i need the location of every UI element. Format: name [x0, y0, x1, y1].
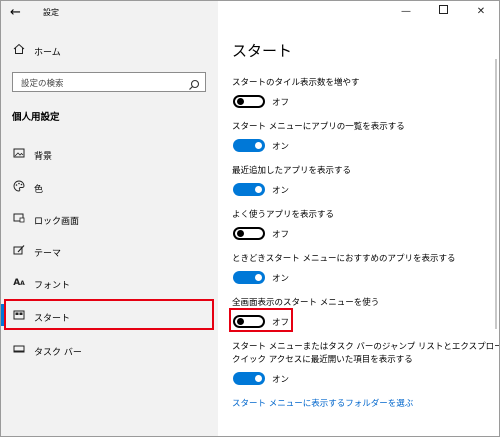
sidebar-item-label: ロック画面	[34, 217, 80, 227]
toggle-suggestions[interactable]	[233, 271, 265, 284]
toggle-state: オン	[272, 274, 290, 284]
page-title: スタート	[232, 42, 293, 60]
setting-label: よく使うアプリを表示する	[232, 210, 335, 220]
choose-folders-link[interactable]: スタート メニューに表示するフォルダーを選ぶ	[232, 397, 413, 409]
sidebar-item-theme[interactable]: テーマ	[1, 239, 218, 263]
toggle-more-tiles[interactable]	[233, 95, 265, 108]
setting-label: 最近追加したアプリを表示する	[232, 166, 352, 176]
toggle-knob	[255, 142, 262, 149]
search-input[interactable]: 設定の検索	[12, 72, 206, 92]
toggle-state: オフ	[272, 98, 290, 108]
app-title: 設定	[43, 8, 59, 17]
toggle-highlight-box	[229, 308, 293, 332]
setting-label: 全画面表示のスタート メニューを使う	[232, 298, 380, 308]
sidebar-item-color[interactable]: 色	[1, 175, 218, 199]
scrollbar[interactable]	[495, 59, 497, 329]
main-content: — ✕ スタート スタートのタイル表示数を増やす オフ スタート メニューにアプ…	[218, 1, 499, 436]
section-title: 個人用設定	[12, 112, 60, 123]
toggle-state: オン	[272, 186, 290, 196]
search-icon[interactable]	[188, 76, 200, 90]
setting-label: スタートのタイル表示数を増やす	[232, 78, 360, 88]
selection-highlight-box	[4, 299, 214, 330]
lock-screen-icon	[12, 212, 26, 226]
taskbar-icon	[12, 343, 26, 357]
nav-home[interactable]: ホーム	[1, 39, 218, 61]
title-bar: ← 設定	[1, 1, 218, 25]
window-controls: — ✕	[379, 1, 499, 25]
minimize-icon[interactable]: —	[399, 5, 413, 19]
search-placeholder: 設定の検索	[21, 79, 64, 89]
setting-label: クイック アクセスに最近開いた項目を表示する	[232, 355, 413, 365]
toggle-app-list[interactable]	[233, 139, 265, 152]
sidebar-item-label: タスク バー	[34, 348, 82, 358]
setting-label: ときどきスタート メニューにおすすめのアプリを表示する	[232, 254, 456, 264]
toggle-recent-items[interactable]	[233, 372, 265, 385]
toggle-most-used[interactable]	[233, 227, 265, 240]
home-icon	[12, 43, 26, 57]
palette-icon	[12, 180, 26, 194]
image-icon	[12, 147, 26, 161]
nav-home-label: ホーム	[34, 48, 61, 58]
toggle-knob	[255, 274, 262, 281]
sidebar: ← 設定 ホーム 設定の検索 個人用設定 背景 色 ロック画面 テーマ AA フ…	[1, 1, 218, 436]
sidebar-item-label: フォント	[34, 281, 71, 291]
toggle-state: オン	[272, 375, 290, 385]
setting-label: スタート メニューまたはタスク バーのジャンプ リストとエクスプローラーの	[232, 342, 500, 352]
back-arrow-icon[interactable]: ←	[10, 5, 26, 21]
settings-window: ← 設定 ホーム 設定の検索 個人用設定 背景 色 ロック画面 テーマ AA フ…	[0, 0, 500, 437]
toggle-knob	[237, 230, 244, 237]
setting-label: スタート メニューにアプリの一覧を表示する	[232, 122, 405, 132]
sidebar-item-background[interactable]: 背景	[1, 142, 218, 166]
sidebar-item-lock-screen[interactable]: ロック画面	[1, 207, 218, 231]
toggle-knob	[237, 98, 244, 105]
font-icon: AA	[13, 278, 25, 288]
maximize-icon[interactable]	[436, 5, 450, 19]
sidebar-item-label: テーマ	[34, 249, 62, 259]
toggle-state: オン	[272, 142, 290, 152]
sidebar-item-label: 色	[34, 185, 44, 195]
theme-brush-icon	[12, 244, 26, 258]
toggle-knob	[255, 186, 262, 193]
sidebar-item-label: 背景	[34, 152, 53, 162]
sidebar-item-taskbar[interactable]: タスク バー	[1, 338, 218, 362]
sidebar-item-font[interactable]: AA フォント	[1, 271, 218, 295]
toggle-state: オフ	[272, 230, 290, 240]
toggle-recent-apps[interactable]	[233, 183, 265, 196]
close-icon[interactable]: ✕	[474, 5, 488, 19]
toggle-knob	[255, 375, 262, 382]
